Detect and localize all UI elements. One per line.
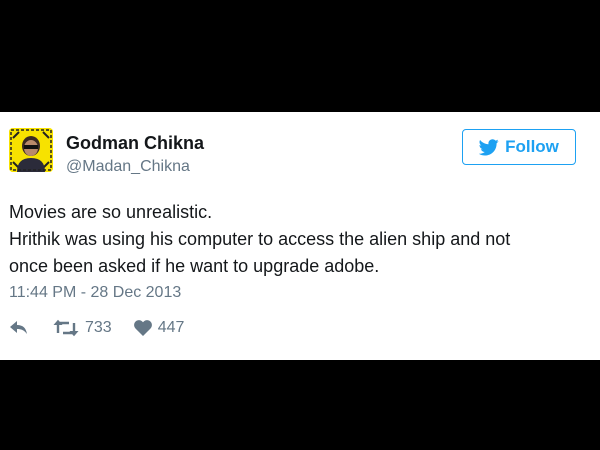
tweet-text-line: once been asked if he want to upgrade ad… xyxy=(9,256,380,276)
tweet-actions: 733 447 xyxy=(9,318,184,338)
tweet-text: Movies are so unrealistic. Hrithik was u… xyxy=(9,199,589,280)
avatar-image xyxy=(9,128,53,172)
author-handle[interactable]: @Madan_Chikna xyxy=(66,158,190,176)
follow-label: Follow xyxy=(505,137,559,156)
retweet-count: 733 xyxy=(85,319,112,336)
like-count: 447 xyxy=(157,319,185,336)
avatar[interactable] xyxy=(9,128,53,172)
tweet-timestamp[interactable]: 11:44 PM - 28 Dec 2013 xyxy=(9,284,181,302)
retweet-icon xyxy=(53,319,79,337)
like-button[interactable]: 447 xyxy=(133,319,185,337)
tweet-text-line: Hrithik was using his computer to access… xyxy=(9,229,511,249)
heart-icon xyxy=(133,320,152,336)
tweet-text-line: Movies are so unrealistic. xyxy=(9,202,213,222)
reply-button[interactable] xyxy=(9,320,29,336)
follow-button[interactable]: Follow xyxy=(462,129,576,165)
reply-icon xyxy=(10,321,27,334)
retweet-button[interactable]: 733 xyxy=(53,319,112,337)
author-display-name[interactable]: Godman Chikna xyxy=(66,133,204,154)
twitter-bird-icon xyxy=(479,138,499,155)
